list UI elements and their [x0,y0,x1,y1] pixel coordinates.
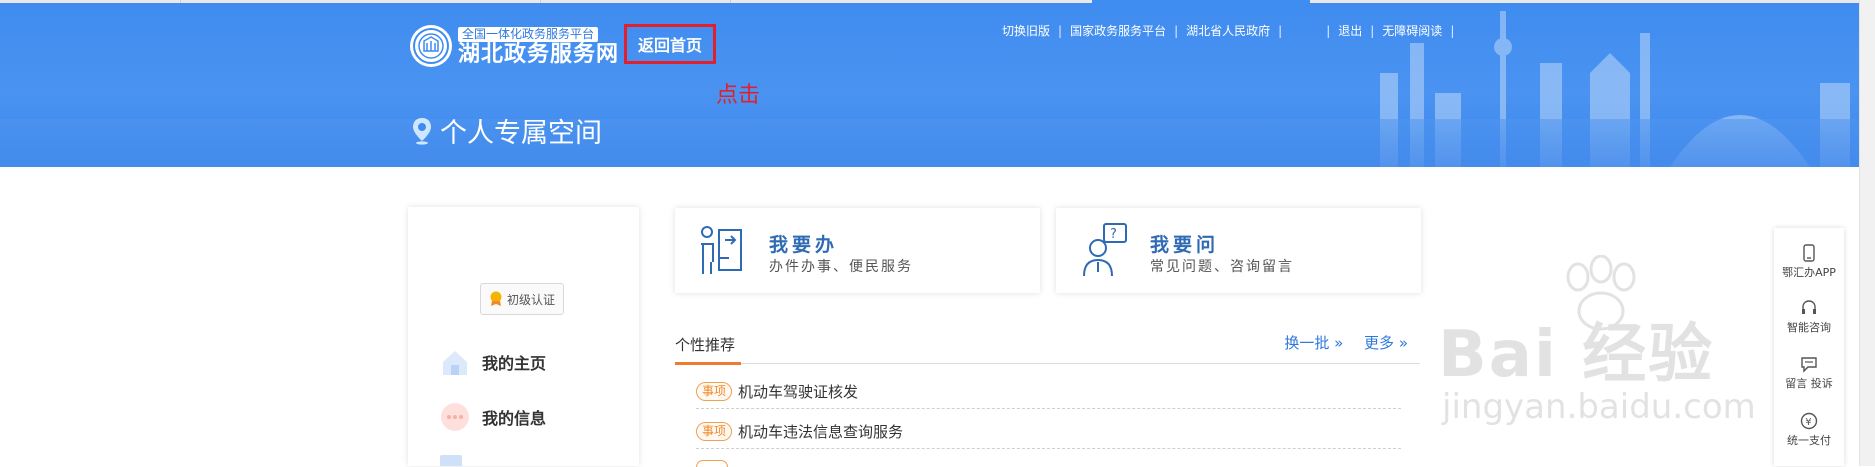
floatbar-label: 统一支付 [1787,434,1831,447]
svg-text:?: ? [1110,227,1117,242]
national-platform-link[interactable]: 国家政务服务平台 [1070,22,1166,39]
auth-level-label: 初级认证 [507,292,556,307]
logo-subtitle: 全国一体化政务服务平台 [458,27,599,42]
floatbar-label: 留言 投诉 [1785,377,1833,390]
refresh-link[interactable]: 换一批 » [1284,334,1343,352]
return-home-button[interactable]: 返回首页 [624,24,716,64]
unified-payment-button[interactable]: ¥ 统一支付 [1774,412,1844,448]
baidu-jingyan-watermark: Bai 经验 jingyan.baidu.com [1438,255,1778,435]
phone-icon [1803,244,1815,262]
recommend-title-underline [675,362,741,365]
chat-icon [1801,357,1817,373]
emblem-icon [410,24,452,67]
page-scrollbar[interactable] [1859,0,1875,466]
message-icon [441,403,469,431]
smart-consult-button[interactable]: 智能咨询 [1774,299,1844,335]
hubei-government-link[interactable]: 湖北省人民政府 [1186,22,1270,39]
floatbar-label: 智能咨询 [1787,321,1831,334]
top-links: 切换旧版 | 国家政务服务平台 | 湖北省人民政府 | | 退出 | 无障碍阅读… [1002,22,1462,39]
accessibility-link[interactable]: 无障碍阅读 [1382,22,1442,39]
item-tag: 事项 [696,422,733,441]
item-title[interactable]: 机动车驾驶证核发 [738,381,858,402]
location-pin-icon [413,117,431,145]
list-item[interactable]: 事项 机动车违法信息查询服务 [696,415,1401,449]
site-logo[interactable]: 全国一体化政务服务平台 湖北政务服务网 [410,23,619,68]
page-title-text: 个人专属空间 [440,118,602,149]
consult-title: 我要问 [1150,234,1220,256]
header-banner: 全国一体化政务服务平台 湖北政务服务网 返回首页 点击 切换旧版 | 国家政务服… [0,3,1860,167]
link-separator: | [1278,23,1283,38]
more-link[interactable]: 更多 » [1364,334,1408,352]
watermark-url: jingyan.baidu.com [1442,387,1756,427]
link-separator: | [1174,23,1179,38]
floating-toolbar: 鄂汇办APP 智能咨询 留言 投诉 ¥ 统一支付 [1774,228,1844,466]
sidebar-next-icon [440,455,462,466]
logo-title: 湖北政务服务网 [458,42,620,67]
watermark-text: Bai 经验 [1438,318,1715,392]
consult-card[interactable]: ? 我要问 常见问题、咨询留言 [1056,208,1421,293]
sidebar-item-label: 我的主页 [482,354,547,373]
switch-old-version-link[interactable]: 切换旧版 [1002,22,1050,39]
banner-lower-band [0,119,1860,167]
logout-link[interactable]: 退出 [1338,22,1362,39]
item-title[interactable]: 机动车违法信息查询服务 [738,421,903,442]
yuan-icon: ¥ [1800,412,1818,430]
consult-subtitle: 常见问题、咨询留言 [1150,259,1294,275]
medal-icon [490,291,502,306]
link-separator: | [1450,23,1455,38]
link-separator: | [1326,23,1331,38]
home-icon [443,351,467,375]
item-tag: 事项 [696,382,733,401]
headset-icon [1802,300,1816,314]
profile-card: 初级认证 我的主页 我的信息 [408,207,639,466]
link-separator: | [1370,23,1375,38]
handle-affairs-subtitle: 办件办事、便民服务 [769,259,913,275]
recommend-header: 个性推荐 换一批 » 更多 » [675,330,1420,365]
handle-affairs-icon [701,226,742,274]
recommend-title: 个性推荐 [675,336,736,354]
link-separator: | [1058,23,1063,38]
handle-affairs-card[interactable]: 我要办 办件办事、便民服务 [675,208,1040,293]
floatbar-label: 鄂汇办APP [1782,266,1836,279]
sidebar-item-info[interactable]: 我的信息 [440,402,546,432]
list-item[interactable]: 事项 机动车驾驶证核发 [696,375,1401,409]
complaint-button[interactable]: 留言 投诉 [1774,355,1844,391]
auth-level-badge[interactable]: 初级认证 [480,283,565,315]
app-download-button[interactable]: 鄂汇办APP [1774,244,1844,280]
handle-affairs-title: 我要办 [769,234,839,256]
consult-icon: ? [1083,223,1127,277]
click-annotation: 点击 [716,83,761,108]
page-title: 个人专属空间 [412,111,602,150]
sidebar-item-home[interactable]: 我的主页 [440,347,546,377]
paw-icon [1566,255,1636,331]
sidebar-item-label: 我的信息 [482,409,547,428]
svg-text:¥: ¥ [1805,417,1811,428]
